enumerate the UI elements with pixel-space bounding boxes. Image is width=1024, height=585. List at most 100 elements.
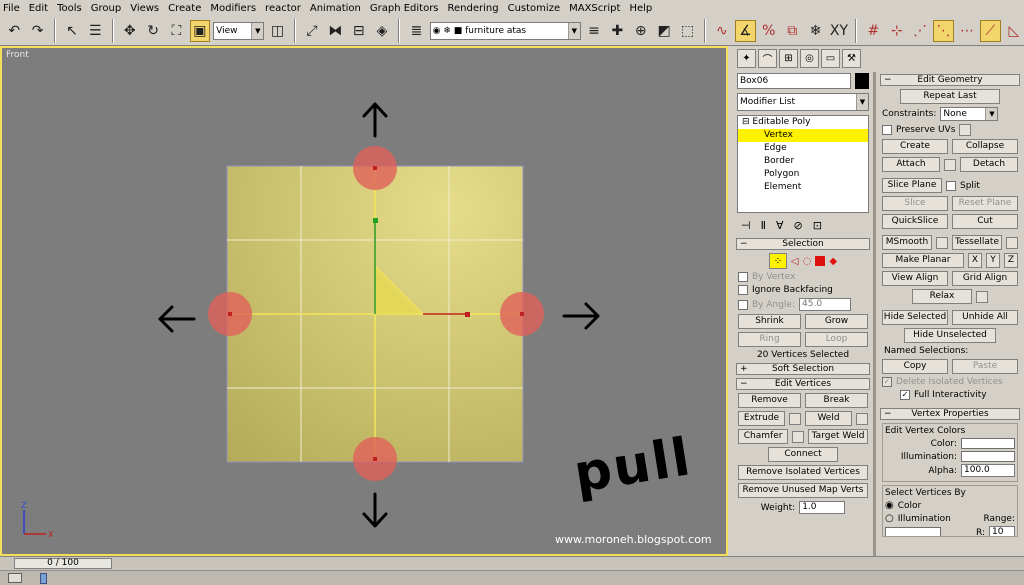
preserve-uvs-checkbox[interactable]: [882, 125, 892, 135]
select-manipulate-icon[interactable]: ⤢: [302, 20, 322, 42]
create-layer-icon[interactable]: ≡: [584, 20, 604, 42]
rollout-edit-vertices[interactable]: − Edit Vertices: [736, 378, 870, 390]
face-snap-icon[interactable]: ◺: [1004, 20, 1024, 42]
constraints-dropdown[interactable]: None ▼: [940, 107, 999, 121]
menu-animation[interactable]: Animation: [310, 3, 361, 14]
target-weld-button[interactable]: Target Weld: [808, 429, 868, 444]
loop-button[interactable]: Loop: [805, 332, 868, 347]
create-tab-icon[interactable]: ✦: [737, 49, 756, 68]
tessellate-settings-button[interactable]: [1006, 236, 1018, 249]
unhide-all-button[interactable]: Unhide All: [952, 310, 1018, 325]
planar-x-button[interactable]: X: [968, 253, 982, 268]
ring-button[interactable]: Ring: [738, 332, 801, 347]
by-vertex-checkbox[interactable]: [738, 272, 748, 282]
pivot-snap-icon[interactable]: ⊹: [887, 20, 907, 42]
rollout-vertex-properties[interactable]: − Vertex Properties: [880, 408, 1020, 420]
planar-z-button[interactable]: Z: [1004, 253, 1018, 268]
menu-file[interactable]: File: [3, 3, 20, 14]
relax-button[interactable]: Relax: [912, 289, 972, 304]
menu-rendering[interactable]: Rendering: [448, 3, 499, 14]
weld-button[interactable]: Weld: [805, 411, 852, 426]
rollout-soft-selection[interactable]: + Soft Selection: [736, 363, 870, 375]
repeat-last-button[interactable]: Repeat Last: [900, 89, 1000, 104]
time-marker[interactable]: [40, 573, 47, 584]
slice-plane-button[interactable]: Slice Plane: [882, 178, 942, 193]
menu-edit[interactable]: Edit: [29, 3, 48, 14]
reset-plane-button[interactable]: Reset Plane: [952, 196, 1018, 211]
relax-settings-button[interactable]: [976, 290, 988, 303]
vertex-mode-icon[interactable]: ⁘: [768, 253, 787, 269]
remove-button[interactable]: Remove: [738, 393, 801, 408]
layers-icon[interactable]: ≣: [406, 20, 426, 42]
ignore-backfacing-checkbox[interactable]: [738, 285, 748, 295]
attach-button[interactable]: Attach: [882, 157, 940, 172]
modifier-stack[interactable]: ⊟ Editable Poly Vertex Edge Border Polyg…: [737, 115, 869, 213]
stack-item-edge[interactable]: Edge: [738, 142, 868, 155]
menu-customize[interactable]: Customize: [508, 3, 561, 14]
create-button[interactable]: Create: [882, 139, 948, 154]
modify-tab-icon[interactable]: ⌒: [758, 49, 777, 68]
menu-modifiers[interactable]: Modifiers: [210, 3, 256, 14]
select-color-swatch[interactable]: [885, 526, 941, 536]
menu-help[interactable]: Help: [629, 3, 652, 14]
detach-button[interactable]: Detach: [960, 157, 1018, 172]
chamfer-button[interactable]: Chamfer: [738, 429, 789, 444]
reference-coordinate-dropdown[interactable]: View ▼: [213, 21, 265, 40]
xy-constraint-icon[interactable]: XY: [829, 20, 849, 42]
planar-y-button[interactable]: Y: [986, 253, 1000, 268]
front-viewport[interactable]: Front Z X pull www.moroneh.blogspot.com: [0, 46, 728, 556]
cut-button[interactable]: Cut: [952, 214, 1018, 229]
vertex-snap-icon[interactable]: ⋰: [910, 20, 930, 42]
set-current-layer-icon[interactable]: ◩: [654, 20, 674, 42]
select-by-name-icon[interactable]: ☰: [85, 20, 105, 42]
undo-icon[interactable]: ↶: [4, 20, 24, 42]
by-angle-checkbox[interactable]: [738, 299, 748, 310]
stack-item-polygon[interactable]: Polygon: [738, 168, 868, 181]
tessellate-button[interactable]: Tessellate: [952, 235, 1002, 250]
grid-snap-icon[interactable]: #: [863, 20, 883, 42]
mirror-icon[interactable]: ⧓: [325, 20, 345, 42]
attach-settings-button[interactable]: [944, 158, 956, 171]
keyframe-icon[interactable]: [8, 573, 22, 583]
by-angle-spinner[interactable]: 45.0: [799, 298, 852, 311]
menu-maxscript[interactable]: MAXScript: [569, 3, 620, 14]
scale-icon[interactable]: ⛶: [166, 20, 186, 42]
pivot-center-icon[interactable]: ◫: [267, 20, 287, 42]
object-name-field[interactable]: Box06: [737, 73, 851, 89]
menu-reactor[interactable]: reactor: [265, 3, 301, 14]
connect-button[interactable]: Connect: [768, 447, 838, 462]
polygon-mode-icon[interactable]: [815, 256, 826, 266]
menu-group[interactable]: Group: [91, 3, 121, 14]
snowflake-icon[interactable]: ❄: [805, 20, 825, 42]
endpoint-snap-icon[interactable]: ⋱: [933, 19, 954, 42]
shrink-button[interactable]: Shrink: [738, 314, 801, 329]
delete-isolated-checkbox[interactable]: ✓: [882, 377, 892, 387]
quickslice-button[interactable]: QuickSlice: [882, 214, 948, 229]
stack-item-vertex[interactable]: Vertex: [738, 129, 868, 142]
select-region-icon[interactable]: ▣: [189, 19, 211, 42]
time-slider[interactable]: 0 / 100: [14, 558, 112, 569]
illumination-swatch[interactable]: [961, 451, 1015, 462]
alpha-spinner[interactable]: 100.0: [961, 464, 1015, 477]
extrude-settings-button[interactable]: [789, 412, 801, 425]
percent-snap-icon[interactable]: %: [759, 20, 779, 42]
snap-3d-icon[interactable]: ∿: [712, 20, 732, 42]
align-icon[interactable]: ⊟: [349, 20, 369, 42]
object-color-swatch[interactable]: [855, 73, 869, 89]
utilities-tab-icon[interactable]: ⚒: [842, 49, 861, 68]
midpoint-snap-icon[interactable]: ⋯: [957, 20, 977, 42]
grid-align-button[interactable]: Grid Align: [952, 271, 1018, 286]
make-unique-icon[interactable]: ∀: [776, 219, 784, 232]
modifier-list-dropdown[interactable]: Modifier List ▼: [737, 93, 869, 111]
spinner-snap-icon[interactable]: ⧉: [782, 20, 802, 42]
pin-stack-icon[interactable]: ⊣: [741, 219, 751, 232]
range-r-spinner[interactable]: 10: [989, 526, 1015, 536]
copy-button[interactable]: Copy: [882, 359, 948, 374]
rollout-selection[interactable]: − Selection: [736, 238, 870, 250]
motion-tab-icon[interactable]: ◎: [800, 49, 819, 68]
redo-icon[interactable]: ↷: [27, 20, 47, 42]
full-interactivity-checkbox[interactable]: ✓: [900, 390, 910, 400]
configure-sets-icon[interactable]: ⊡: [813, 219, 822, 232]
move-icon[interactable]: ✥: [120, 20, 140, 42]
select-layer-icon[interactable]: ⊕: [631, 20, 651, 42]
